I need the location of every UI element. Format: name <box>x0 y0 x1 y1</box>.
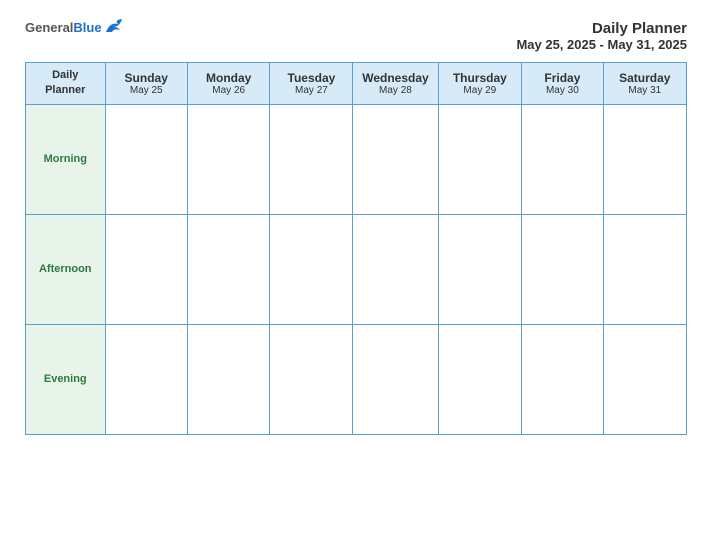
col-header-tuesday: Tuesday May 27 <box>270 63 353 105</box>
top-left-cell: Daily Planner <box>26 63 106 105</box>
morning-monday-cell[interactable] <box>187 104 270 214</box>
col-header-thursday: Thursday May 29 <box>438 63 522 105</box>
morning-saturday-cell[interactable] <box>603 104 686 214</box>
morning-friday-cell[interactable] <box>522 104 603 214</box>
header: GeneralBlue Daily Planner May 25, 2025 -… <box>25 20 687 52</box>
page: GeneralBlue Daily Planner May 25, 2025 -… <box>11 10 701 540</box>
evening-wednesday-cell[interactable] <box>353 324 438 434</box>
evening-friday-cell[interactable] <box>522 324 603 434</box>
logo-area: GeneralBlue <box>25 20 126 36</box>
afternoon-tuesday-cell[interactable] <box>270 214 353 324</box>
logo-general: GeneralBlue <box>25 20 102 36</box>
afternoon-friday-cell[interactable] <box>522 214 603 324</box>
col-header-sunday: Sunday May 25 <box>105 63 187 105</box>
morning-wednesday-cell[interactable] <box>353 104 438 214</box>
evening-saturday-cell[interactable] <box>603 324 686 434</box>
morning-label: Morning <box>26 104 106 214</box>
logo-bird-icon <box>104 18 126 36</box>
morning-tuesday-cell[interactable] <box>270 104 353 214</box>
afternoon-sunday-cell[interactable] <box>105 214 187 324</box>
afternoon-monday-cell[interactable] <box>187 214 270 324</box>
row-evening: Evening <box>26 324 687 434</box>
planner-date-range: May 25, 2025 - May 31, 2025 <box>516 37 687 52</box>
row-morning: Morning <box>26 104 687 214</box>
title-area: Daily Planner May 25, 2025 - May 31, 202… <box>516 20 687 52</box>
calendar-table: Daily Planner Sunday May 25 Monday May 2… <box>25 62 687 435</box>
col-header-wednesday: Wednesday May 28 <box>353 63 438 105</box>
afternoon-saturday-cell[interactable] <box>603 214 686 324</box>
evening-monday-cell[interactable] <box>187 324 270 434</box>
evening-tuesday-cell[interactable] <box>270 324 353 434</box>
morning-sunday-cell[interactable] <box>105 104 187 214</box>
col-header-saturday: Saturday May 31 <box>603 63 686 105</box>
afternoon-label: Afternoon <box>26 214 106 324</box>
evening-thursday-cell[interactable] <box>438 324 522 434</box>
evening-sunday-cell[interactable] <box>105 324 187 434</box>
col-header-friday: Friday May 30 <box>522 63 603 105</box>
column-header-row: Daily Planner Sunday May 25 Monday May 2… <box>26 63 687 105</box>
evening-label: Evening <box>26 324 106 434</box>
planner-title: Daily Planner <box>516 20 687 37</box>
col-header-monday: Monday May 26 <box>187 63 270 105</box>
afternoon-wednesday-cell[interactable] <box>353 214 438 324</box>
morning-thursday-cell[interactable] <box>438 104 522 214</box>
afternoon-thursday-cell[interactable] <box>438 214 522 324</box>
row-afternoon: Afternoon <box>26 214 687 324</box>
